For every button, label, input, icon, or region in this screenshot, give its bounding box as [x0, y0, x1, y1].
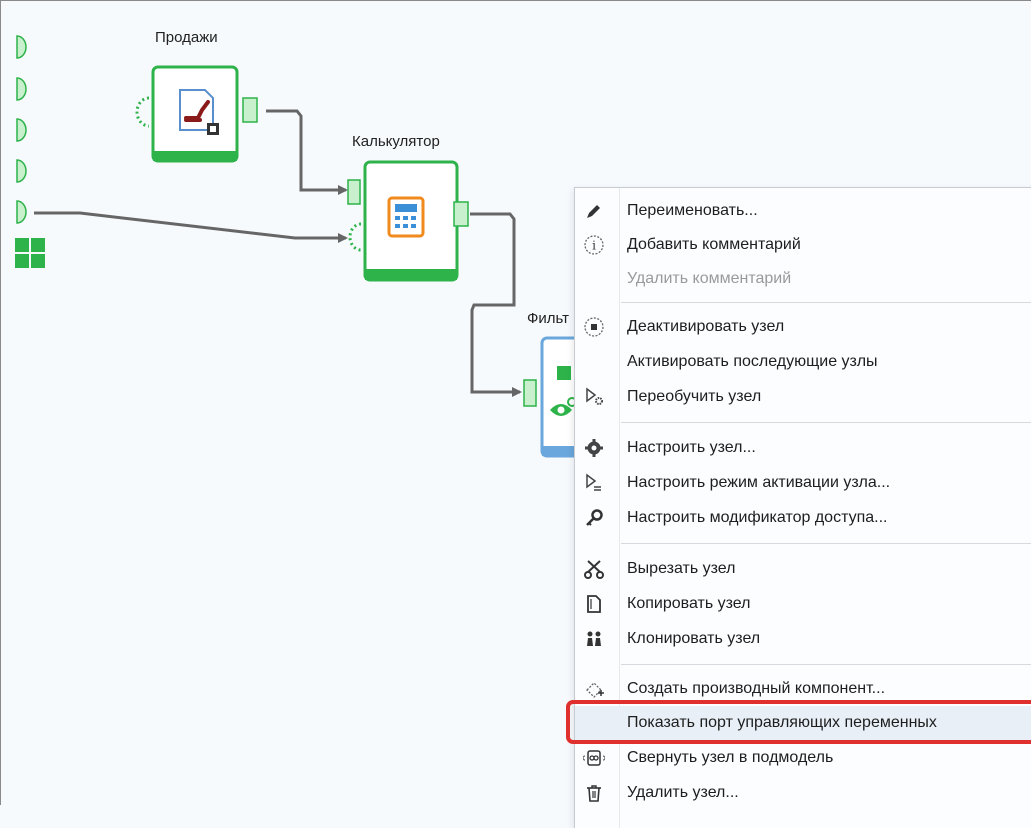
- svg-text:i: i: [592, 239, 596, 253]
- port-half-circle[interactable]: [16, 159, 27, 183]
- port-half-circle[interactable]: [16, 35, 27, 59]
- menu-item-label: Свернуть узел в подмодель: [627, 749, 834, 766]
- info-icon: i: [583, 234, 605, 256]
- port-dotted-half-circle[interactable]: [135, 96, 150, 128]
- menu-item-retrain-node[interactable]: Переобучить узел: [575, 380, 1031, 414]
- menu-item-label: Настроить модификатор доступа...: [627, 509, 888, 526]
- key-icon: [583, 507, 605, 529]
- menu-item-configure-activation-mode[interactable]: Настроить режим активации узла...: [575, 466, 1031, 500]
- menu-item-label: Удалить узел...: [627, 784, 739, 801]
- menu-item-label: Вырезать узел: [627, 560, 736, 577]
- node-label-calculator: Калькулятор: [352, 133, 440, 150]
- input-port[interactable]: [347, 179, 361, 205]
- menu-separator: [621, 664, 1031, 665]
- calculator-icon: [387, 196, 425, 238]
- menu-item-configure-access-modifier[interactable]: Настроить модификатор доступа...: [575, 501, 1031, 535]
- node-calculator[interactable]: [347, 160, 469, 282]
- menu-item-label: Настроить режим активации узла...: [627, 474, 891, 491]
- menu-item-configure-node[interactable]: Настроить узел...: [575, 431, 1031, 465]
- port-dotted-half-circle[interactable]: [348, 222, 362, 252]
- output-port[interactable]: [453, 201, 469, 227]
- menu-item-label: Удалить комментарий: [627, 270, 792, 287]
- menu-separator: [621, 422, 1031, 423]
- menu-item-label: Деактивировать узел: [627, 318, 785, 335]
- retrain-icon: [583, 386, 605, 408]
- menu-item-label: Переобучить узел: [627, 388, 762, 405]
- menu-item-label: Настроить узел...: [627, 439, 756, 456]
- port-half-circle[interactable]: [16, 200, 27, 224]
- scissors-icon: [583, 558, 605, 580]
- input-port[interactable]: [523, 379, 537, 407]
- menu-item-label: Создать производный компонент...: [627, 680, 886, 697]
- trash-icon: [583, 782, 605, 804]
- derive-component-icon: [583, 678, 605, 700]
- menu-item-label: Активировать последующие узлы: [627, 353, 878, 370]
- menu-item-label: Переименовать...: [627, 202, 758, 219]
- menu-separator: [621, 543, 1031, 544]
- menu-item-deactivate-node[interactable]: Деактивировать узел: [575, 310, 1031, 344]
- pencil-icon: [583, 200, 605, 222]
- menu-item-delete-comment[interactable]: Удалить комментарий: [575, 262, 1031, 296]
- grid-port-icon[interactable]: [15, 238, 45, 268]
- menu-item-cut-node[interactable]: Вырезать узел: [575, 552, 1031, 586]
- highlight-annotation-box: [566, 700, 1031, 744]
- menu-item-activate-downstream[interactable]: Активировать последующие узлы: [575, 345, 1031, 379]
- node-label-sales: Продажи: [155, 29, 218, 46]
- gear-icon: [583, 437, 605, 459]
- menu-item-rename[interactable]: Переименовать...: [575, 194, 1031, 228]
- menu-item-label: Копировать узел: [627, 595, 751, 612]
- status-square-icon: [557, 366, 571, 380]
- node-label-filter: Фильт: [527, 310, 570, 327]
- input-ports-column: [15, 35, 45, 268]
- menu-item-clone-node[interactable]: Клонировать узел: [575, 622, 1031, 656]
- menu-item-label: Клонировать узел: [627, 630, 761, 647]
- activation-mode-icon: [583, 472, 605, 494]
- node-sales[interactable]: [135, 65, 258, 163]
- clone-icon: [583, 628, 605, 650]
- menu-item-label: Добавить комментарий: [627, 236, 801, 253]
- connection-sales-to-calculator[interactable]: [266, 109, 348, 195]
- copy-icon: [583, 593, 605, 615]
- connection-input-to-calculator[interactable]: [34, 211, 348, 243]
- submodel-icon: [583, 747, 605, 769]
- stop-circle-icon: [583, 316, 605, 338]
- port-half-circle[interactable]: [16, 77, 27, 101]
- connection-calculator-to-filter[interactable]: [470, 212, 522, 397]
- menu-separator: [621, 302, 1031, 303]
- port-half-circle[interactable]: [16, 118, 27, 142]
- menu-item-add-comment[interactable]: i Добавить комментарий: [575, 228, 1031, 262]
- menu-item-copy-node[interactable]: Копировать узел: [575, 587, 1031, 621]
- output-port[interactable]: [242, 97, 258, 123]
- menu-item-collapse-to-submodel[interactable]: Свернуть узел в подмодель: [575, 741, 1031, 775]
